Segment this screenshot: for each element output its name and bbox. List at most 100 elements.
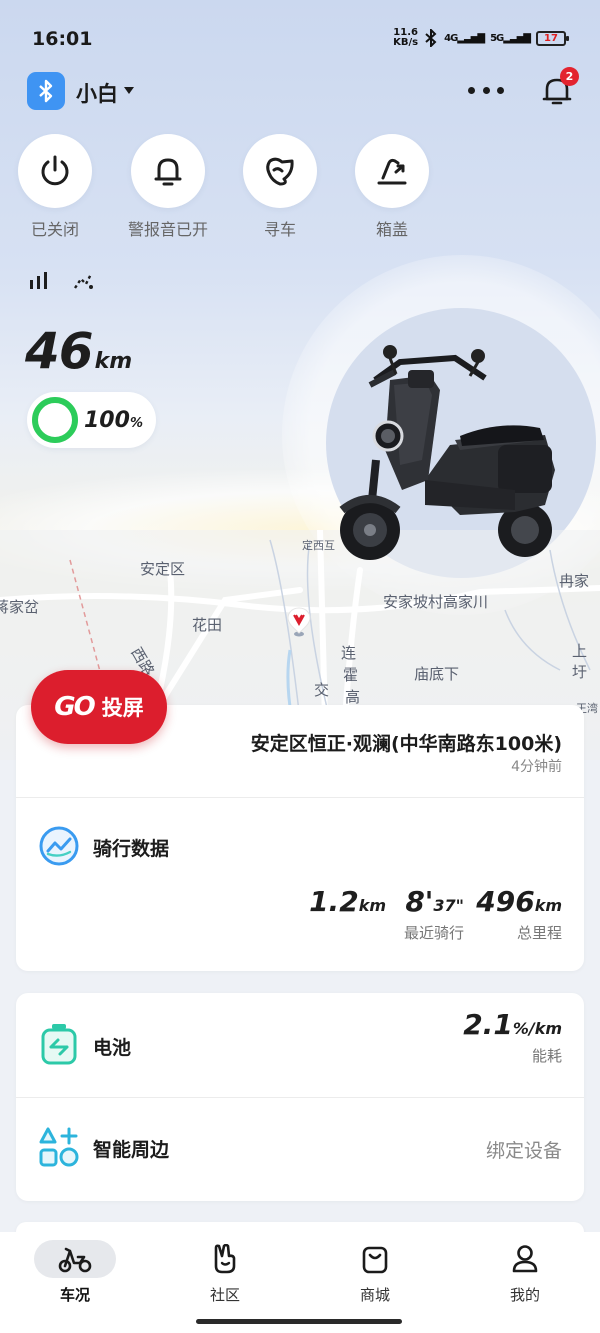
cast-screen-button[interactable]: GO 投屏	[31, 670, 167, 744]
battery-icon	[41, 1024, 77, 1065]
divider	[16, 797, 584, 798]
tab-community-label: 社区	[209, 1286, 240, 1304]
bind-device-link[interactable]: 绑定设备	[486, 1136, 562, 1163]
trunk-lid-action[interactable]: 箱盖	[342, 134, 442, 240]
trunk-lid-button[interactable]	[355, 134, 429, 208]
trunk-lid-icon	[377, 158, 407, 185]
bell-icon	[154, 158, 182, 186]
vehicle-signal-icon	[30, 272, 47, 289]
total-mileage-label: 总里程	[516, 924, 562, 942]
hero-background: 安定区 花田 安家坡村高家川 庙底下 冉家 上圩 连 霍 高 交 西路 定西互 …	[0, 0, 600, 760]
power-label: 已关闭	[30, 220, 79, 239]
phone-battery-icon: 17	[536, 30, 569, 46]
more-dot-icon	[497, 86, 504, 94]
map-label-lian: 连	[341, 644, 357, 662]
tab-community-icon-wrap	[184, 1240, 266, 1278]
total-distance-value: 496	[476, 885, 535, 918]
map-label-miaodixia: 庙底下	[414, 665, 460, 683]
status-indicators: 11.6 KB/s 4G▂▃▅▇ 5G▂▃▅▇ 17	[393, 28, 569, 48]
vehicle-connection-indicators	[28, 270, 94, 290]
recent-ride: 8'37" 最近骑行	[404, 885, 464, 943]
map-label-anding: 安定区	[140, 560, 186, 578]
more-dot-icon	[468, 86, 475, 94]
energy-consumption: 2.1%/km 能耗	[463, 1008, 562, 1066]
alarm-label: 警报音已开	[127, 220, 208, 239]
power-toggle-action[interactable]: 已关闭	[5, 134, 105, 240]
battery-ring-icon	[32, 397, 78, 443]
ride-data-icon	[39, 826, 79, 866]
vehicle-info-card: 安定区恒正·观澜(中华南路东100米) 4分钟前 骑行数据 1.2km 8'37…	[16, 705, 584, 971]
find-vehicle-action[interactable]: 寻车	[230, 134, 330, 240]
range-value: 46	[25, 322, 94, 380]
cast-label: 投屏	[101, 696, 144, 720]
range-unit: km	[94, 349, 133, 374]
recent-duration-sec: 37"	[433, 896, 464, 915]
network-speed-unit: KB/s	[393, 37, 419, 48]
recent-ride-label: 最近骑行	[403, 924, 464, 942]
find-vehicle-button[interactable]	[243, 134, 317, 208]
find-vehicle-label: 寻车	[263, 220, 296, 239]
map-label-anjiapo: 安家坡村高家川	[383, 593, 489, 611]
more-options-button[interactable]	[468, 80, 504, 100]
battery-percent-value: 100	[84, 407, 130, 433]
divider	[16, 1097, 584, 1098]
profile-icon	[512, 1245, 538, 1273]
scooter-icon	[58, 1247, 92, 1273]
tab-profile[interactable]: 我的	[475, 1240, 575, 1305]
recent-distance-value: 1.2	[309, 885, 359, 918]
vehicle-switch-chevron-icon[interactable]	[124, 87, 134, 94]
remaining-range: 46km	[25, 322, 132, 380]
tab-vehicle-label: 车况	[59, 1286, 90, 1304]
bluetooth-connect-button[interactable]	[27, 72, 65, 110]
more-dot-icon	[482, 86, 490, 94]
total-distance-unit: km	[534, 896, 562, 915]
go-logo-icon: GO	[54, 692, 95, 722]
consumption-value: 2.1	[463, 1008, 513, 1041]
sim1-type: 4G	[444, 32, 458, 44]
map-label-jiao: 交	[314, 681, 330, 699]
status-time: 16:01	[32, 28, 93, 50]
alarm-toggle-action[interactable]: 警报音已开	[118, 134, 218, 240]
total-mileage: 496km 总里程	[476, 885, 562, 943]
sim2-signal-icon: 5G▂▃▅▇	[490, 32, 531, 44]
tab-vehicle-icon-wrap	[34, 1240, 116, 1278]
map-label-shangwei: 上圩	[572, 642, 588, 681]
recent-ride-distance: 1.2km	[309, 885, 386, 918]
tab-shop-label: 商城	[359, 1286, 390, 1304]
shop-bag-icon	[362, 1246, 388, 1274]
battery-peripherals-card: 电池 2.1%/km 能耗 智能周边 绑定设备	[16, 993, 584, 1201]
power-button[interactable]	[18, 134, 92, 208]
gps-signal-icon	[74, 273, 93, 289]
map-label-huo: 霍	[343, 666, 359, 684]
sim1-signal-icon: 4G▂▃▅▇	[444, 32, 485, 44]
power-icon	[41, 155, 69, 186]
peripherals-title: 智能周边	[93, 1139, 170, 1161]
tab-shop[interactable]: 商城	[325, 1240, 425, 1305]
recent-duration-min: 8'	[405, 885, 434, 918]
vehicle-name[interactable]: 小白	[76, 78, 118, 108]
home-indicator[interactable]	[196, 1319, 402, 1324]
battery-percent-unit: %	[129, 415, 143, 431]
recent-distance-unit: km	[358, 896, 386, 915]
vehicle-address[interactable]: 安定区恒正·观澜(中华南路东100米)	[251, 729, 562, 756]
alarm-button[interactable]	[131, 134, 205, 208]
trunk-lid-label: 箱盖	[375, 220, 408, 239]
peripherals-icon	[39, 1127, 79, 1167]
ride-data-title: 骑行数据	[93, 838, 170, 860]
tab-vehicle-status[interactable]: 车况	[25, 1240, 125, 1305]
map-label-ranjia: 冉家	[559, 572, 590, 590]
location-updated-time: 4分钟前	[511, 759, 562, 775]
tab-shop-icon-wrap	[334, 1240, 416, 1278]
tab-profile-icon-wrap	[484, 1240, 566, 1278]
bluetooth-status-icon	[425, 29, 437, 47]
bluetooth-icon	[39, 79, 53, 103]
sim2-type: 5G	[490, 32, 504, 44]
vehicle-location-marker[interactable]	[287, 607, 311, 637]
tab-community[interactable]: 社区	[175, 1240, 275, 1305]
consumption-label: 能耗	[531, 1047, 562, 1065]
battery-percent: 100%	[84, 408, 143, 433]
find-car-icon	[266, 157, 294, 186]
map-label-gao: 高	[345, 688, 361, 706]
phone-battery-level: 17	[544, 32, 558, 44]
bottom-navigation: 车况 社区 商城 我的	[0, 1232, 600, 1333]
